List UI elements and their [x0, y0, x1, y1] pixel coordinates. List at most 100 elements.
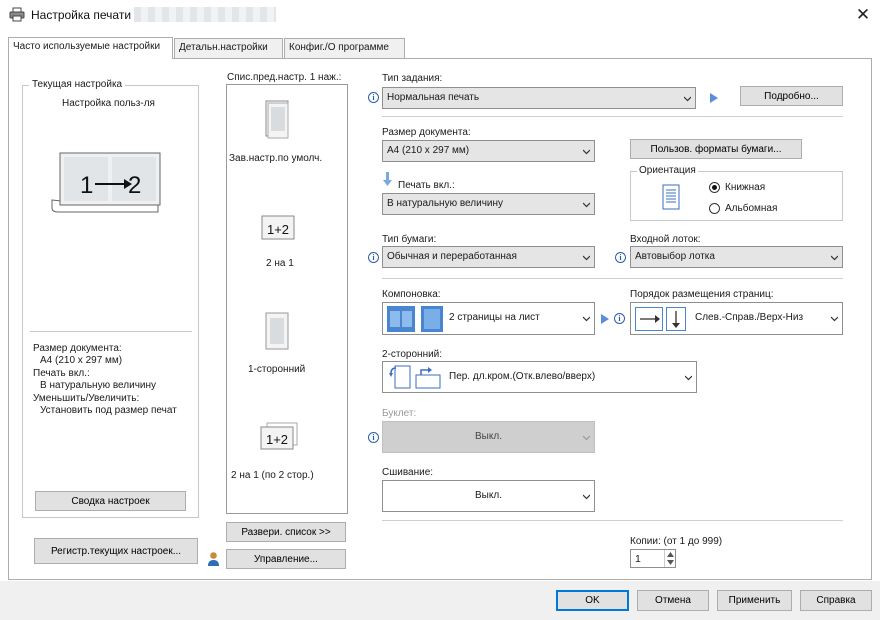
preset-caption[interactable]: 2 на 1 (по 2 стор.): [231, 470, 314, 481]
layout-select[interactable]: 2 страницы на лист: [382, 302, 595, 335]
one-click-presets-label: Спис.пред.настр. 1 наж.:: [227, 72, 342, 83]
spin-up-icon[interactable]: [667, 552, 674, 557]
two-pages-icon: [387, 306, 415, 332]
stapling-label: Сшивание:: [382, 467, 434, 478]
page-order-value: Слев.-Справ./Верх-Низ: [695, 312, 804, 323]
redacted-printer-name: [134, 7, 276, 22]
landscape-label[interactable]: Альбомная: [725, 203, 777, 214]
preset-caption[interactable]: 2 на 1: [266, 258, 294, 269]
title-bar: [0, 0, 880, 30]
one-sided-preset-icon[interactable]: [263, 310, 291, 352]
info-icon[interactable]: i: [368, 432, 379, 443]
cancel-button[interactable]: Отмена: [637, 590, 709, 611]
summary-line: Уменьшить/Увеличить:: [33, 393, 140, 404]
job-type-label: Тип задания:: [382, 73, 443, 84]
spin-buttons[interactable]: [664, 550, 675, 567]
chevron-down-icon: [583, 494, 590, 500]
portrait-radio[interactable]: [709, 182, 720, 193]
input-tray-select[interactable]: Автовыбор лотка: [630, 246, 843, 268]
copies-spinbox[interactable]: 1: [630, 549, 676, 568]
current-settings-name: Настройка польз-ля: [62, 98, 155, 109]
tab-detailed[interactable]: Детальн.настройки: [174, 38, 283, 58]
duplex-flip-icon: [415, 367, 441, 389]
manage-button[interactable]: Управление...: [226, 549, 346, 569]
tab-label: Конфиг./О программе: [289, 42, 389, 53]
copies-label: Копии: (от 1 до 999): [630, 536, 723, 547]
close-icon[interactable]: ✕: [850, 3, 876, 27]
booklet-label: Буклет:: [382, 408, 417, 419]
down-arrow-icon: [383, 172, 392, 186]
stapling-select[interactable]: Выкл.: [382, 480, 595, 512]
section-divider: [382, 520, 843, 521]
play-arrow-icon: [710, 93, 718, 103]
custom-paper-formats-button[interactable]: Пользов. форматы бумаги...: [630, 139, 802, 159]
booklet-value: Выкл.: [475, 431, 502, 442]
orientation-legend: Ориентация: [637, 165, 698, 176]
layout-preview-image: 1 2: [51, 152, 161, 213]
chevron-down-icon: [831, 316, 838, 322]
expand-list-button[interactable]: Развери. список >>: [226, 522, 346, 542]
doc-size-select[interactable]: A4 (210 x 297 мм): [382, 140, 595, 162]
input-tray-value: Автовыбор лотка: [635, 251, 715, 262]
ok-button[interactable]: OK: [556, 590, 629, 611]
paper-type-select[interactable]: Обычная и переработанная: [382, 246, 595, 268]
print-on-value: В натуральную величину: [387, 198, 504, 209]
page-order-select[interactable]: Слев.-Справ./Верх-Низ: [630, 302, 843, 335]
two-on-one-preset-icon[interactable]: 1+2: [260, 213, 296, 241]
spin-down-icon[interactable]: [667, 560, 674, 565]
duplex-value: Пер. дл.кром.(Отк.влево/вверх): [449, 371, 596, 382]
top-bottom-order-icon: [666, 307, 686, 331]
copies-value[interactable]: 1: [635, 553, 641, 565]
chevron-down-icon: [583, 149, 590, 155]
tab-config-about[interactable]: Конфиг./О программе: [284, 38, 405, 58]
svg-text:1: 1: [80, 172, 93, 199]
left-right-order-icon: [635, 307, 663, 331]
print-on-select[interactable]: В натуральную величину: [382, 193, 595, 215]
summary-line: Печать вкл.:: [33, 368, 90, 379]
user-icon: [208, 552, 219, 566]
paper-type-label: Тип бумаги:: [382, 234, 437, 245]
stapling-value: Выкл.: [475, 490, 502, 501]
printer-icon: [9, 7, 25, 22]
info-icon[interactable]: i: [368, 92, 379, 103]
portrait-page-icon: [662, 184, 680, 210]
summary-line: A4 (210 x 297 мм): [40, 355, 123, 366]
summary-line: Размер документа:: [33, 343, 122, 354]
input-tray-label: Входной лоток:: [630, 234, 701, 245]
two-on-one-duplex-preset-icon[interactable]: 1+2: [259, 420, 299, 452]
chevron-down-icon: [583, 202, 590, 208]
layout-label: Компоновка:: [382, 289, 441, 300]
current-settings-legend: Текущая настройка: [29, 79, 126, 90]
doc-size-label: Размер документа:: [382, 127, 471, 138]
default-preset-icon[interactable]: [263, 97, 291, 139]
section-divider: [382, 278, 843, 279]
details-button[interactable]: Подробно...: [740, 86, 843, 106]
chevron-down-icon: [831, 255, 838, 261]
info-icon[interactable]: i: [368, 252, 379, 263]
current-settings-divider: [30, 331, 192, 332]
window-title: Настройка печати: [31, 8, 132, 22]
tab-frequent[interactable]: Часто используемые настройки: [8, 37, 173, 59]
section-divider: [382, 116, 843, 117]
page-order-label: Порядок размещения страниц:: [630, 289, 774, 300]
chevron-down-icon: [583, 255, 590, 261]
preset-caption[interactable]: 1-сторонний: [248, 364, 305, 375]
duplex-select[interactable]: Пер. дл.кром.(Отк.влево/вверх): [382, 361, 697, 393]
duplex-page-icon: [389, 365, 411, 389]
register-current-settings-button[interactable]: Регистр.текущих настроек...: [34, 538, 198, 564]
landscape-radio[interactable]: [709, 203, 720, 214]
layout-value: 2 страницы на лист: [449, 312, 540, 323]
job-type-select[interactable]: Нормальная печать: [382, 87, 696, 109]
info-icon[interactable]: i: [614, 313, 625, 324]
svg-text:2: 2: [128, 172, 141, 199]
tab-label: Часто используемые настройки: [13, 41, 161, 52]
apply-button[interactable]: Применить: [717, 590, 792, 611]
help-button[interactable]: Справка: [800, 590, 872, 611]
paper-type-value: Обычная и переработанная: [387, 251, 517, 262]
info-icon[interactable]: i: [615, 252, 626, 263]
play-arrow-icon: [601, 314, 609, 324]
preset-badge: 1+2: [267, 222, 289, 237]
portrait-label[interactable]: Книжная: [725, 182, 765, 193]
settings-summary-button[interactable]: Сводка настроек: [35, 491, 186, 511]
preset-caption[interactable]: Зав.настр.по умолч.: [229, 153, 322, 164]
